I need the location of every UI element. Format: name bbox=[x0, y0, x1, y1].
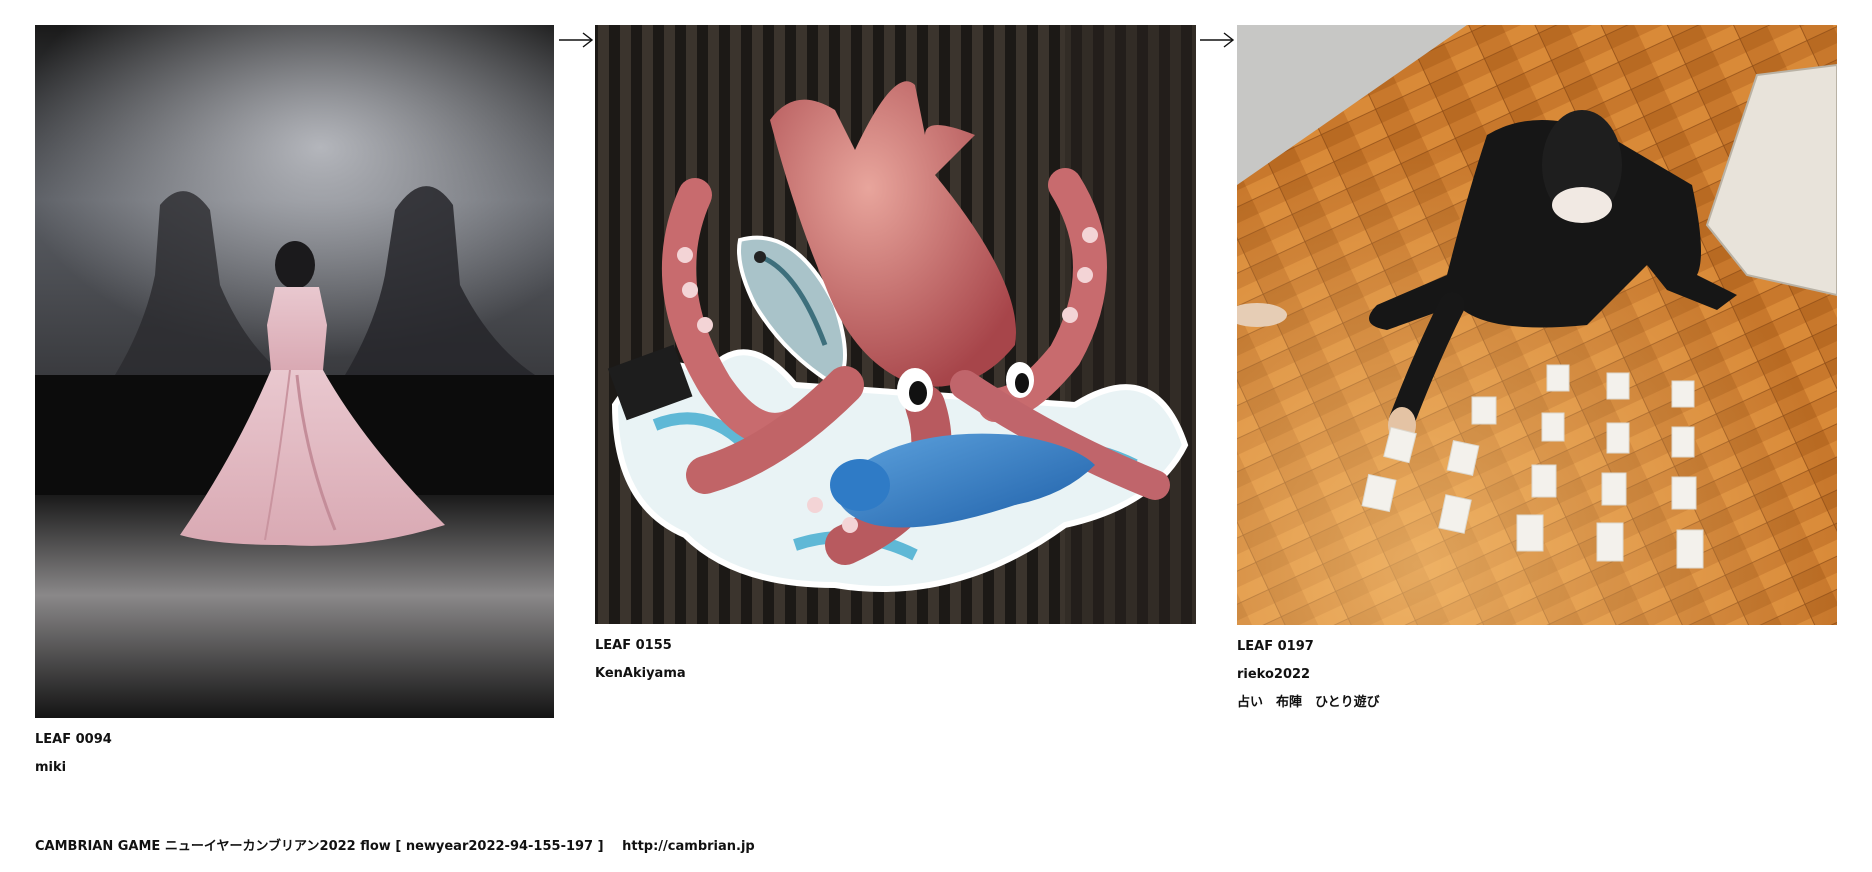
leaf-author[interactable]: rieko2022 bbox=[1237, 661, 1837, 689]
leaf-author[interactable]: KenAkiyama bbox=[595, 660, 1196, 688]
site-link[interactable]: http://cambrian.jp bbox=[622, 839, 755, 854]
leaf-id: LEAF 0094 bbox=[35, 732, 112, 747]
leaf-id: LEAF 0155 bbox=[595, 638, 672, 653]
leaf-author[interactable]: miki bbox=[35, 754, 554, 782]
leaf-card-0155: LEAF 0155 KenAkiyama bbox=[595, 25, 1196, 688]
arrow-right-icon bbox=[559, 32, 594, 48]
leaf-id: LEAF 0197 bbox=[1237, 639, 1314, 654]
page: LEAF 0094 miki LEAF 0155 KenAkiyama LEAF… bbox=[0, 0, 1872, 872]
pink-gown-image bbox=[35, 25, 554, 718]
leaf-photo-card-spread[interactable] bbox=[1237, 25, 1837, 625]
squid-sculpture-image bbox=[595, 25, 1196, 624]
leaf-card-0094: LEAF 0094 miki bbox=[35, 25, 554, 782]
leaf-photo-squid[interactable] bbox=[595, 25, 1196, 624]
leaf-note: 占い 布陣 ひとり遊び bbox=[1237, 695, 1380, 710]
flow-footer: CAMBRIAN GAME ニューイヤーカンブリアン2022 flow [ ne… bbox=[35, 835, 769, 854]
card-spread-image bbox=[1237, 25, 1837, 625]
leaf-photo-pink-gown[interactable] bbox=[35, 25, 554, 718]
arrow-right-icon bbox=[1200, 32, 1235, 48]
flow-title: CAMBRIAN GAME ニューイヤーカンブリアン2022 flow [ ne… bbox=[35, 839, 604, 854]
leaf-card-0197: LEAF 0197 rieko2022 占い 布陣 ひとり遊び bbox=[1237, 25, 1837, 717]
